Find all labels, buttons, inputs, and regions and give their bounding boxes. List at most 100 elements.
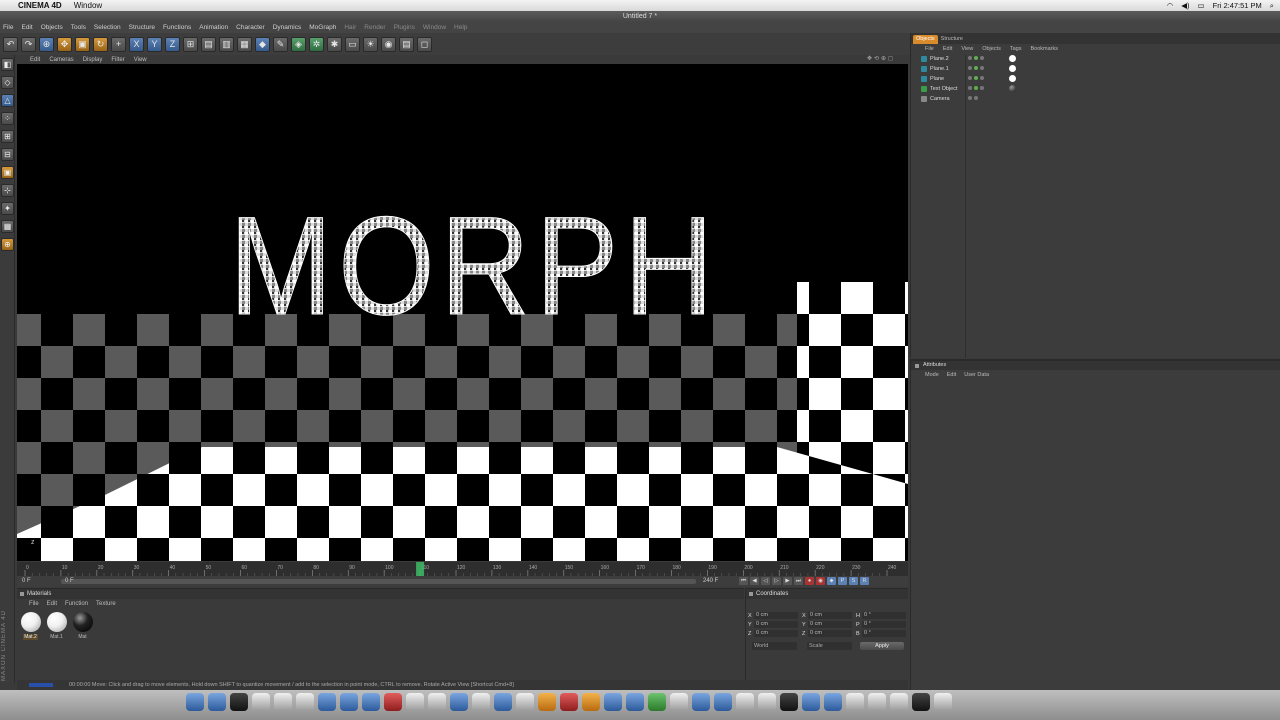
folder-icon[interactable] xyxy=(582,693,600,711)
ichat-icon[interactable] xyxy=(340,693,358,711)
points-mode-icon[interactable]: ⁘ xyxy=(1,112,14,125)
address-book-icon[interactable] xyxy=(296,693,314,711)
material-item[interactable]: Mat.1 xyxy=(45,612,68,640)
coord-space-select[interactable]: World xyxy=(752,642,797,650)
menu-mograph[interactable]: MoGraph xyxy=(309,24,336,31)
keyframe-selection-icon[interactable]: ⬥ xyxy=(827,577,836,585)
menu-edit[interactable]: Edit xyxy=(21,24,32,31)
position-key-icon[interactable]: P xyxy=(838,577,847,585)
lock-workplane-icon[interactable]: ⊕ xyxy=(1,238,14,251)
app-icon[interactable] xyxy=(714,693,732,711)
object-mode-icon[interactable]: △ xyxy=(1,94,14,107)
play-back-icon[interactable]: ◁ xyxy=(761,577,770,585)
material-item[interactable]: Mat xyxy=(71,612,94,640)
undo-icon[interactable]: ↶ xyxy=(3,36,18,52)
menu-dynamics[interactable]: Dynamics xyxy=(273,24,302,31)
coord-value[interactable]: 0 cm xyxy=(754,630,798,637)
light-icon[interactable]: ☀ xyxy=(363,36,378,52)
vp-menu-cameras[interactable]: Cameras xyxy=(49,57,73,63)
scale-key-icon[interactable]: S xyxy=(849,577,858,585)
coord-value[interactable]: 0 cm xyxy=(754,612,798,619)
photoshop-icon[interactable] xyxy=(604,693,622,711)
material-tag-icon[interactable] xyxy=(1009,85,1016,92)
menu-functions[interactable]: Functions xyxy=(163,24,191,31)
object-name[interactable]: Camera xyxy=(930,96,970,102)
coord-value[interactable]: 0 cm xyxy=(808,621,852,628)
obj-menu-view[interactable]: View xyxy=(961,44,973,54)
menu-window-c4d[interactable]: Window xyxy=(423,24,446,31)
camera-tool-icon[interactable]: ◉ xyxy=(381,36,396,52)
menu-render[interactable]: Render xyxy=(364,24,385,31)
material-tag-icon[interactable] xyxy=(1009,75,1016,82)
app-icon[interactable] xyxy=(802,693,820,711)
app-icon[interactable] xyxy=(780,693,798,711)
z-axis-icon[interactable]: Z xyxy=(165,36,180,52)
object-row[interactable]: Plane.1 xyxy=(921,64,1280,74)
app-icon[interactable] xyxy=(758,693,776,711)
coord-value[interactable]: 0 ° xyxy=(862,612,906,619)
coord-size-select[interactable]: Scale xyxy=(807,642,852,650)
app-icon[interactable] xyxy=(824,693,842,711)
app-icon[interactable] xyxy=(736,693,754,711)
safari-icon[interactable] xyxy=(208,693,226,711)
tab-structure[interactable]: Structure xyxy=(938,35,966,44)
activity-icon[interactable] xyxy=(230,693,248,711)
layout-icon[interactable]: ▤ xyxy=(399,36,414,52)
fullscreen-icon[interactable]: ◻ xyxy=(417,36,432,52)
object-row[interactable]: Text Object xyxy=(921,84,1280,94)
rotation-key-icon[interactable]: R xyxy=(860,577,869,585)
mat-menu-texture[interactable]: Texture xyxy=(96,599,116,609)
editor-viewport[interactable]: MORPH z xyxy=(17,64,908,561)
skype-icon[interactable] xyxy=(692,693,710,711)
visibility-flags[interactable] xyxy=(968,66,984,70)
calendar-icon[interactable] xyxy=(274,693,292,711)
downloads-stack-icon[interactable] xyxy=(868,693,886,711)
app-icon[interactable] xyxy=(846,693,864,711)
frame-range-slider[interactable] xyxy=(61,579,696,584)
wifi-icon[interactable]: ◠ xyxy=(1167,1,1174,10)
obj-menu-objects[interactable]: Objects xyxy=(982,44,1001,54)
battery-icon[interactable]: ▭ xyxy=(1198,1,1205,10)
make-editable-icon[interactable]: ◧ xyxy=(1,58,14,71)
app-icon[interactable] xyxy=(670,693,688,711)
timemachine-icon[interactable] xyxy=(516,693,534,711)
menu-character[interactable]: Character xyxy=(236,24,265,31)
utility-icon[interactable] xyxy=(428,693,446,711)
mat-menu-file[interactable]: File xyxy=(29,599,39,609)
model-mode-icon[interactable]: ◇ xyxy=(1,76,14,89)
documents-stack-icon[interactable] xyxy=(890,693,908,711)
volume-icon[interactable]: ◀) xyxy=(1181,1,1189,10)
menu-help[interactable]: Help xyxy=(454,24,467,31)
iphoto-icon[interactable] xyxy=(406,693,424,711)
vp-menu-view[interactable]: View xyxy=(134,57,147,63)
x-axis-icon[interactable]: X xyxy=(129,36,144,52)
coord-value[interactable]: 0 cm xyxy=(808,612,852,619)
menu-tools[interactable]: Tools xyxy=(71,24,86,31)
floor-icon[interactable]: ▭ xyxy=(345,36,360,52)
viewport-nav-icons[interactable]: ✥⟲⊕◻ xyxy=(867,55,895,62)
add-icon[interactable]: + xyxy=(111,36,126,52)
clock[interactable]: Fri 2:47:51 PM xyxy=(1213,1,1262,10)
current-frame-field[interactable]: 0 F xyxy=(22,578,31,584)
play-icon[interactable]: ▷ xyxy=(772,577,781,585)
mat-menu-edit[interactable]: Edit xyxy=(47,599,57,609)
menu-selection[interactable]: Selection xyxy=(94,24,121,31)
object-row[interactable]: Plane.2 xyxy=(921,54,1280,64)
autokey-icon[interactable]: ◉ xyxy=(816,577,825,585)
vp-menu-edit[interactable]: Edit xyxy=(30,57,40,63)
menu-plugins[interactable]: Plugins xyxy=(394,24,415,31)
start-frame-field[interactable]: 0 F xyxy=(65,578,74,584)
goto-start-icon[interactable]: ⏮ xyxy=(739,577,748,585)
menu-window[interactable]: Window xyxy=(74,1,102,10)
subdivision-icon[interactable]: ◈ xyxy=(291,36,306,52)
app-menu[interactable]: CINEMA 4D xyxy=(18,1,62,10)
menu-file[interactable]: File xyxy=(3,24,13,31)
pen-icon[interactable]: ✎ xyxy=(273,36,288,52)
obj-menu-bookmarks[interactable]: Bookmarks xyxy=(1030,44,1058,54)
deformer-icon[interactable]: ✱ xyxy=(327,36,342,52)
y-axis-icon[interactable]: Y xyxy=(147,36,162,52)
snap-icon[interactable]: ✦ xyxy=(1,202,14,215)
menu-objects[interactable]: Objects xyxy=(41,24,63,31)
redo-icon[interactable]: ↷ xyxy=(21,36,36,52)
vp-menu-display[interactable]: Display xyxy=(83,57,103,63)
